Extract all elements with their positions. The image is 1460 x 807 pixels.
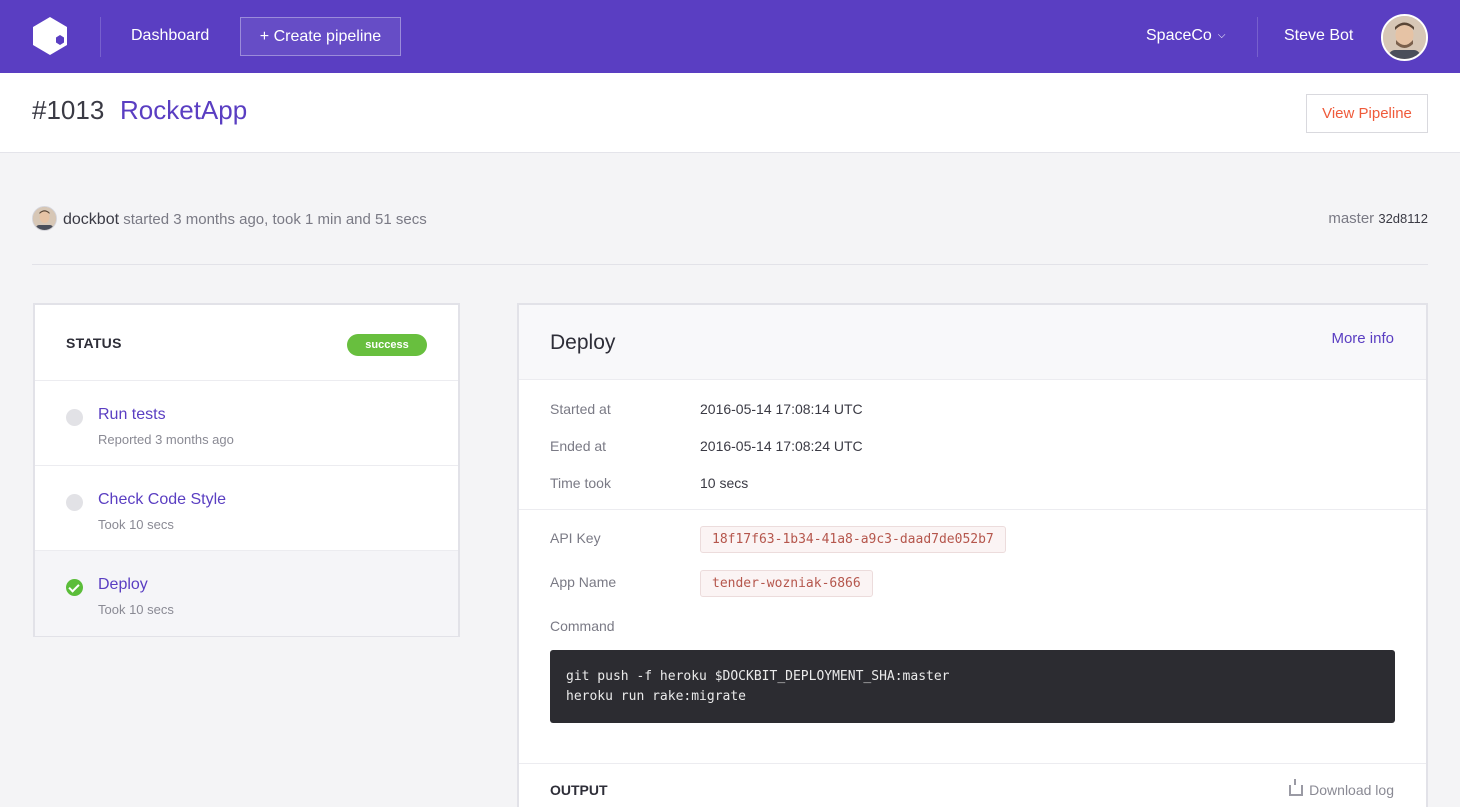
view-pipeline-button[interactable]: View Pipeline (1306, 94, 1428, 133)
branch-info: master 32d8112 (1328, 210, 1428, 228)
create-pipeline-button[interactable]: + Create pipeline (240, 17, 401, 56)
app-name-label: App Name (550, 574, 617, 590)
step-name[interactable]: Check Code Style (98, 490, 226, 510)
time-took-value: 10 secs (700, 475, 749, 491)
ended-value: 2016-05-14 17:08:24 UTC (700, 438, 863, 454)
committer-name: dockbot (63, 211, 120, 228)
status-badge: success (347, 334, 427, 356)
logo-icon[interactable] (31, 16, 69, 56)
step-subtitle: Took 10 secs (98, 602, 174, 617)
deploy-header: Deploy More info (519, 305, 1426, 380)
step-check-code-style[interactable]: Check Code Style Took 10 secs (35, 466, 458, 551)
step-name[interactable]: Deploy (98, 575, 148, 595)
started-label: Started at (550, 401, 611, 417)
status-header: STATUS success (35, 305, 458, 381)
user-avatar[interactable] (1381, 14, 1428, 61)
build-info: dockbot started 3 months ago, took 1 min… (63, 211, 427, 229)
divider (519, 763, 1426, 764)
chevron-down-icon: ⌵ (1217, 30, 1226, 41)
check-circle-icon (66, 579, 83, 596)
api-key-label: API Key (550, 530, 601, 546)
download-log-link[interactable]: Download log (1289, 779, 1394, 798)
app-name-value: tender-wozniak-6866 (700, 570, 873, 597)
top-nav: Dashboard + Create pipeline SpaceCo ⌵ Ste… (0, 0, 1460, 73)
nav-dashboard-link[interactable]: Dashboard (131, 26, 209, 46)
divider (32, 264, 1428, 265)
ended-label: Ended at (550, 438, 607, 454)
more-info-link[interactable]: More info (1331, 330, 1394, 348)
command-label: Command (550, 618, 615, 634)
nav-divider (100, 17, 101, 57)
commit-sha[interactable]: 32d8112 (1378, 211, 1428, 226)
pending-icon (66, 494, 83, 511)
started-value: 2016-05-14 17:08:14 UTC (700, 401, 863, 417)
step-deploy[interactable]: Deploy Took 10 secs (35, 551, 458, 636)
status-title: STATUS (66, 335, 122, 351)
download-icon (1289, 779, 1304, 796)
step-subtitle: Took 10 secs (98, 517, 174, 532)
committer-avatar (32, 206, 57, 231)
nav-divider (1257, 17, 1258, 57)
user-name[interactable]: Steve Bot (1284, 26, 1353, 46)
deploy-panel: Deploy More info Started at 2016-05-14 1… (517, 303, 1428, 807)
org-name: SpaceCo (1146, 27, 1212, 44)
build-header: #1013 RocketApp View Pipeline (0, 73, 1460, 153)
deploy-title: Deploy (550, 331, 616, 354)
download-log-label: Download log (1309, 782, 1394, 798)
time-took-label: Time took (550, 475, 611, 491)
build-summary: started 3 months ago, took 1 min and 51 … (123, 211, 427, 228)
pending-icon (66, 409, 83, 426)
divider (519, 509, 1426, 510)
step-run-tests[interactable]: Run tests Reported 3 months ago (35, 381, 458, 466)
status-panel: STATUS success Run tests Reported 3 mont… (33, 303, 460, 637)
build-number: #1013 (32, 95, 105, 125)
step-name[interactable]: Run tests (98, 405, 166, 425)
api-key-value: 18f17f63-1b34-41a8-a9c3-daad7de052b7 (700, 526, 1006, 553)
branch-name: master (1328, 210, 1375, 227)
command-code-block: git push -f heroku $DOCKBIT_DEPLOYMENT_S… (550, 650, 1395, 723)
app-name-link[interactable]: RocketApp (120, 95, 247, 125)
output-title: OUTPUT (550, 782, 608, 798)
step-subtitle: Reported 3 months ago (98, 432, 234, 447)
org-switcher[interactable]: SpaceCo ⌵ (1146, 26, 1225, 46)
